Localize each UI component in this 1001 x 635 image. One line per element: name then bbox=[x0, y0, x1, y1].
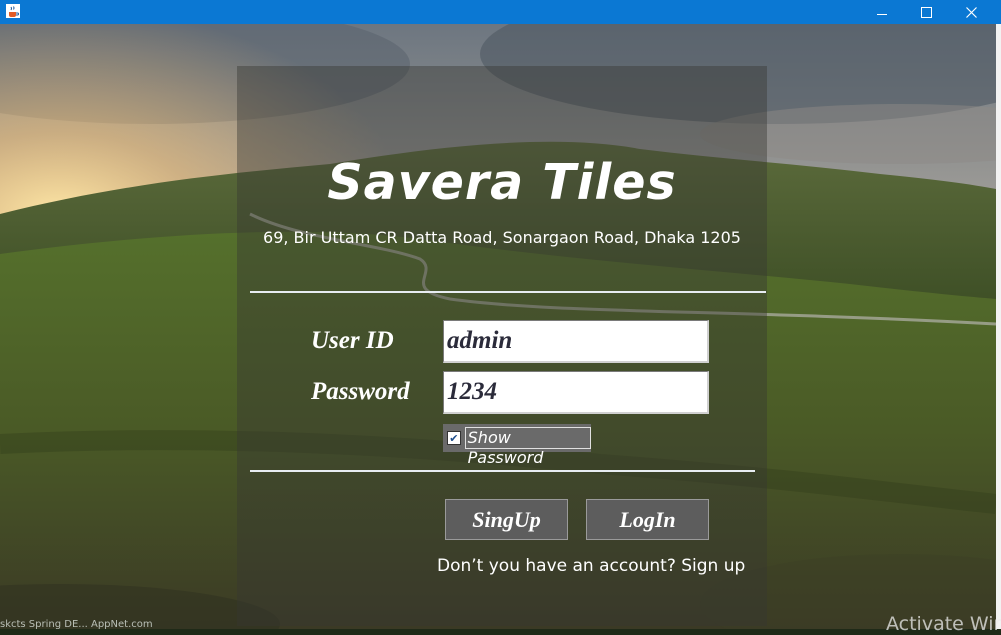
password-label: Password bbox=[311, 378, 410, 405]
minimize-button[interactable] bbox=[859, 0, 905, 24]
company-address: 69, Bir Uttam CR Datta Road, Sonargaon R… bbox=[263, 228, 741, 247]
password-field[interactable] bbox=[443, 371, 709, 414]
checkbox-checked-icon[interactable]: ✔ bbox=[447, 431, 461, 445]
maximize-icon bbox=[920, 6, 932, 18]
show-password-checkbox[interactable]: ✔ Show Password bbox=[443, 424, 591, 467]
close-icon bbox=[965, 6, 977, 18]
user-id-label: User ID bbox=[311, 327, 394, 354]
maximize-button[interactable] bbox=[903, 0, 949, 24]
title-bar[interactable] bbox=[0, 0, 1001, 24]
activate-windows-watermark: Activate Win bbox=[886, 613, 1001, 635]
java-coffee-cup-icon bbox=[6, 4, 20, 18]
taskbar-ghost-text: skcts Spring DE... AppNet.com bbox=[0, 619, 153, 630]
signup-button[interactable]: SingUp bbox=[445, 499, 568, 540]
minimize-icon bbox=[877, 13, 887, 15]
login-button[interactable]: LogIn bbox=[586, 499, 709, 540]
brand-title: Savera Tiles bbox=[327, 154, 677, 211]
signup-link[interactable]: Don’t you have an account? Sign up bbox=[437, 556, 745, 576]
window-edge bbox=[996, 24, 1001, 629]
user-id-field[interactable] bbox=[443, 320, 709, 363]
divider-bottom bbox=[250, 470, 755, 472]
divider-top bbox=[250, 291, 766, 293]
close-button[interactable] bbox=[948, 0, 994, 24]
show-password-label[interactable]: Show Password bbox=[464, 427, 591, 467]
